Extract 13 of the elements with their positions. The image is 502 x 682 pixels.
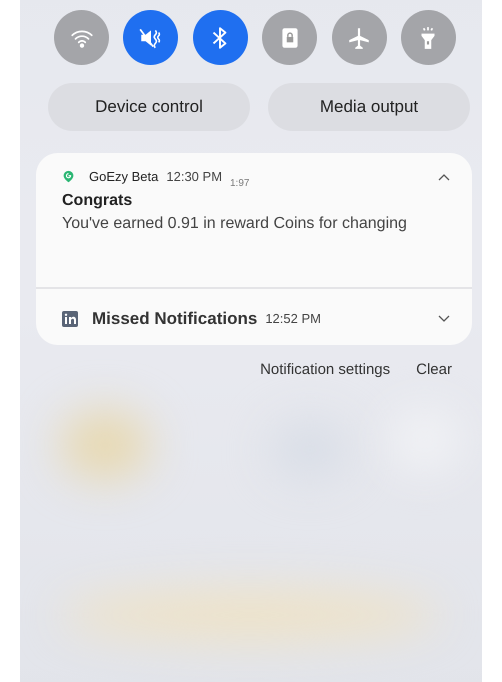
- app-name: Missed Notifications: [92, 309, 258, 329]
- shortcut-button[interactable]: Media output: [268, 83, 470, 131]
- notification-time: 12:52 PM: [265, 311, 321, 326]
- app-name: GoEzy Beta: [89, 169, 158, 184]
- action-button[interactable]: Clear: [416, 361, 452, 378]
- action-button[interactable]: Notification settings: [260, 361, 390, 378]
- notification-body: You've earned 0.91 in reward Coins for changing: [62, 215, 408, 233]
- shortcut-button[interactable]: Device control: [48, 83, 250, 131]
- overlay-text: 1:97: [230, 178, 250, 189]
- notification-time: 12:30 PM: [166, 169, 222, 184]
- location-pin-icon: [62, 170, 75, 183]
- notification-title: Congrats: [62, 192, 134, 210]
- linkedin-icon: [62, 311, 78, 327]
